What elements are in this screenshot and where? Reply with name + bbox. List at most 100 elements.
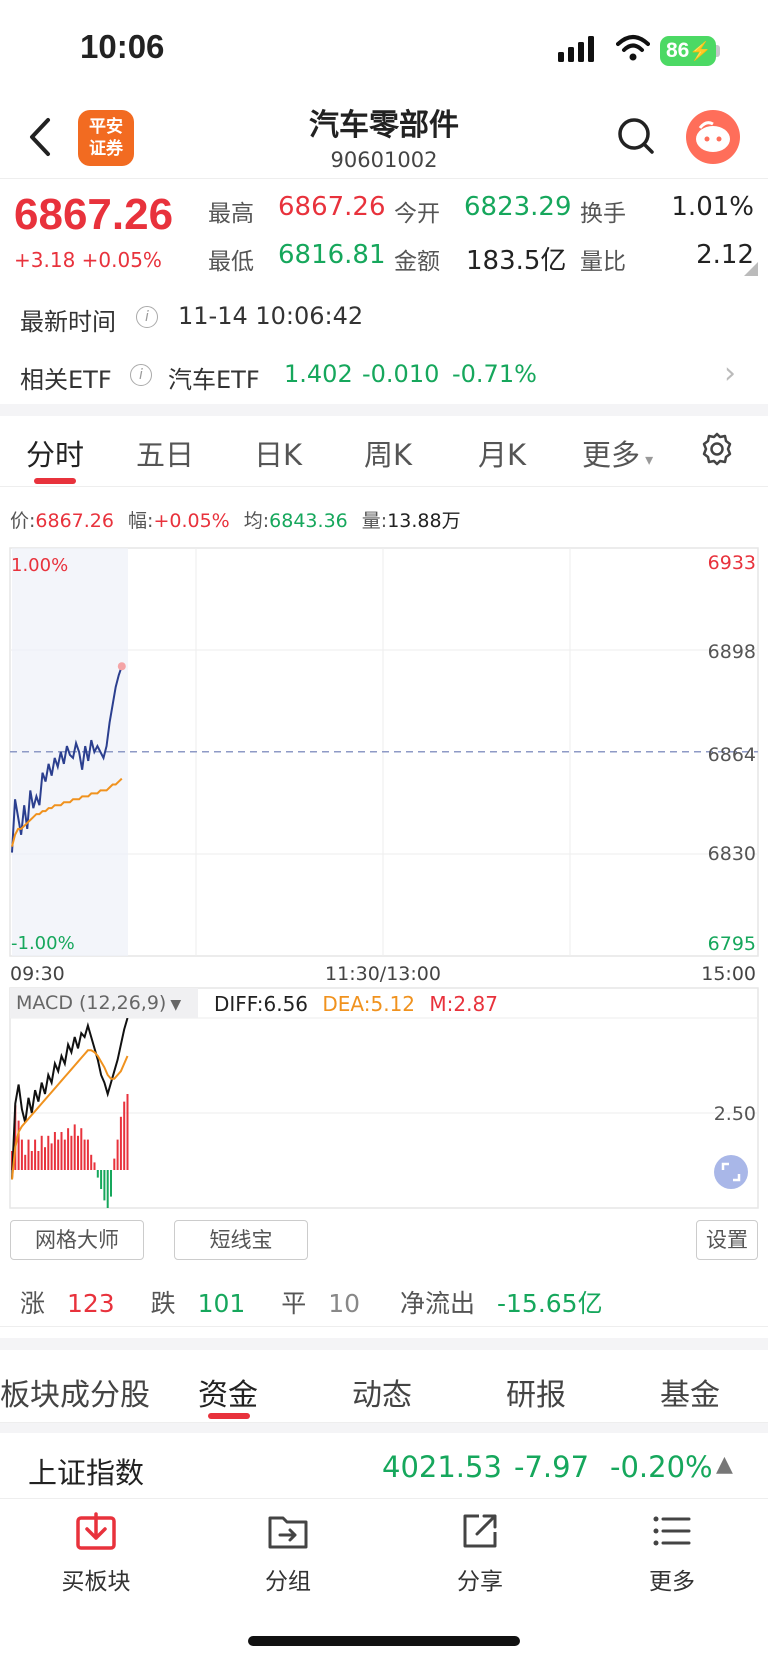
nav-share-label: 分享	[457, 1569, 503, 1595]
tab-funds-flow[interactable]: 资金	[198, 1370, 258, 1414]
x-tick-open: 09:30	[10, 963, 65, 985]
folder-icon	[268, 1516, 308, 1549]
tab-more[interactable]: 更多 ▾	[582, 432, 653, 474]
macd-m: M:2.87	[429, 992, 498, 1016]
y-tick-6864: 6864	[708, 744, 756, 766]
tab-weekly-k[interactable]: 周K	[364, 432, 412, 474]
open-value: 6823.29	[464, 192, 572, 222]
price-change: +3.18 +0.05%	[14, 248, 162, 272]
market-breadth: 涨 123 跌 101 平 10 净流出 -15.65亿	[20, 1284, 603, 1320]
battery-tip	[716, 45, 720, 57]
net-flow-label: 净流出	[400, 1289, 476, 1318]
latest-time-value: 11-14 10:06:42	[178, 302, 364, 330]
nav-buy-sector[interactable]: 买板块	[36, 1510, 156, 1596]
chart-stats: 价:6867.26 幅:+0.05% 均:6843.36 量:13.88万	[10, 506, 461, 533]
high-value: 6867.26	[278, 192, 386, 222]
turnover-label: 换手	[580, 201, 626, 227]
turnover-value: 1.01%	[671, 192, 754, 222]
down-count: 101	[197, 1289, 246, 1318]
battery-indicator: 86⚡	[660, 36, 716, 66]
menu-list-icon	[653, 1516, 691, 1546]
active-tab-indicator	[208, 1413, 250, 1419]
fullscreen-icon[interactable]	[714, 1155, 748, 1189]
caret-up-icon: ▲	[716, 1452, 733, 1477]
nav-more[interactable]: 更多	[612, 1510, 732, 1596]
y-tick-6830: 6830	[708, 843, 756, 865]
average-label: 均:	[243, 510, 270, 532]
price-value: 6867.26	[35, 510, 114, 532]
y-pct-top: 1.00%	[11, 555, 68, 576]
nav-buy-sector-label: 买板块	[61, 1569, 131, 1595]
macd-dea: DEA:5.12	[322, 992, 416, 1016]
macd-diff: DIFF:6.56	[214, 992, 309, 1016]
tab-intraday[interactable]: 分时	[26, 432, 84, 474]
corner-expand-icon[interactable]	[744, 262, 758, 276]
up-label: 涨	[20, 1289, 46, 1318]
volume-label: 量:	[361, 510, 388, 532]
last-price-dot	[117, 662, 126, 671]
macd-selector[interactable]: MACD (12,26,9) ▼	[10, 988, 198, 1018]
home-indicator	[248, 1636, 520, 1646]
chat-assistant-icon[interactable]	[686, 110, 740, 164]
nav-share[interactable]: 分享	[420, 1510, 540, 1596]
index-name: 上证指数	[28, 1456, 145, 1490]
y-tick-6898: 6898	[708, 641, 756, 663]
y-pct-bottom: -1.00%	[11, 933, 75, 954]
tab-more-label: 更多	[582, 438, 641, 472]
etf-change-percent: -0.71%	[452, 360, 537, 388]
short-line-button[interactable]: 短线宝	[174, 1220, 308, 1260]
x-tick-midday: 11:30/13:00	[325, 963, 441, 985]
macd-values: DIFF:6.56 DEA:5.12 M:2.87	[214, 992, 498, 1016]
index-change-percent: -0.20%	[610, 1450, 713, 1484]
nav-group[interactable]: 分组	[228, 1510, 348, 1596]
info-icon[interactable]: i	[136, 306, 158, 328]
flat-label: 平	[281, 1289, 307, 1318]
amount-label: 金额	[394, 249, 440, 275]
divider	[0, 486, 768, 487]
related-etf-label: 相关ETF	[20, 366, 112, 394]
macd-y-tick: 2.50	[714, 1103, 756, 1125]
x-tick-close: 15:00	[701, 963, 756, 985]
search-icon[interactable]	[616, 116, 656, 156]
grid-master-button[interactable]: 网格大师	[10, 1220, 144, 1260]
index-change: -7.97	[514, 1450, 590, 1484]
price-label: 价:	[10, 510, 36, 532]
tab-five-day[interactable]: 五日	[136, 432, 194, 474]
tab-monthly-k[interactable]: 月K	[478, 432, 526, 474]
caret-down-icon: ▾	[640, 450, 654, 469]
section-gap	[0, 1423, 768, 1433]
tab-daily-k[interactable]: 日K	[254, 432, 302, 474]
tab-news[interactable]: 动态	[352, 1370, 412, 1414]
chevron-right-icon: ›	[724, 356, 736, 391]
share-icon	[463, 1514, 497, 1548]
y-tick-6795: 6795	[708, 933, 756, 955]
low-value: 6816.81	[278, 240, 386, 270]
volume-value: 13.88万	[387, 510, 461, 532]
tab-fund[interactable]: 基金	[660, 1370, 720, 1414]
volume-ratio-label: 量比	[580, 249, 626, 275]
tab-research[interactable]: 研报	[506, 1370, 566, 1414]
battery-level: 86	[666, 39, 690, 62]
info-icon[interactable]: i	[130, 364, 152, 386]
wifi-icon	[616, 35, 650, 61]
index-value: 4021.53	[382, 1450, 502, 1484]
y-tick-6933: 6933	[708, 552, 756, 574]
divider	[0, 178, 768, 179]
tab-constituents[interactable]: 板块成分股	[0, 1370, 150, 1414]
section-gap	[0, 404, 768, 416]
gear-icon[interactable]	[700, 432, 734, 466]
flat-count: 10	[328, 1289, 361, 1318]
amplitude-label: 幅:	[128, 510, 154, 532]
amount-value: 183.5亿	[466, 246, 567, 276]
settings-button[interactable]: 设置	[696, 1220, 758, 1260]
last-price: 6867.26	[14, 190, 174, 239]
open-label: 今开	[394, 201, 440, 227]
high-label: 最高	[208, 201, 254, 227]
intraday-chart[interactable]: 1.00% -1.00% 6933 6898 6864 6830 6795 09…	[0, 540, 768, 1220]
status-time: 10:06	[80, 28, 165, 65]
divider	[0, 1326, 768, 1327]
divider	[0, 1498, 768, 1499]
nav-more-label: 更多	[649, 1569, 695, 1595]
up-count: 123	[66, 1289, 115, 1318]
section-gap	[0, 1338, 768, 1350]
